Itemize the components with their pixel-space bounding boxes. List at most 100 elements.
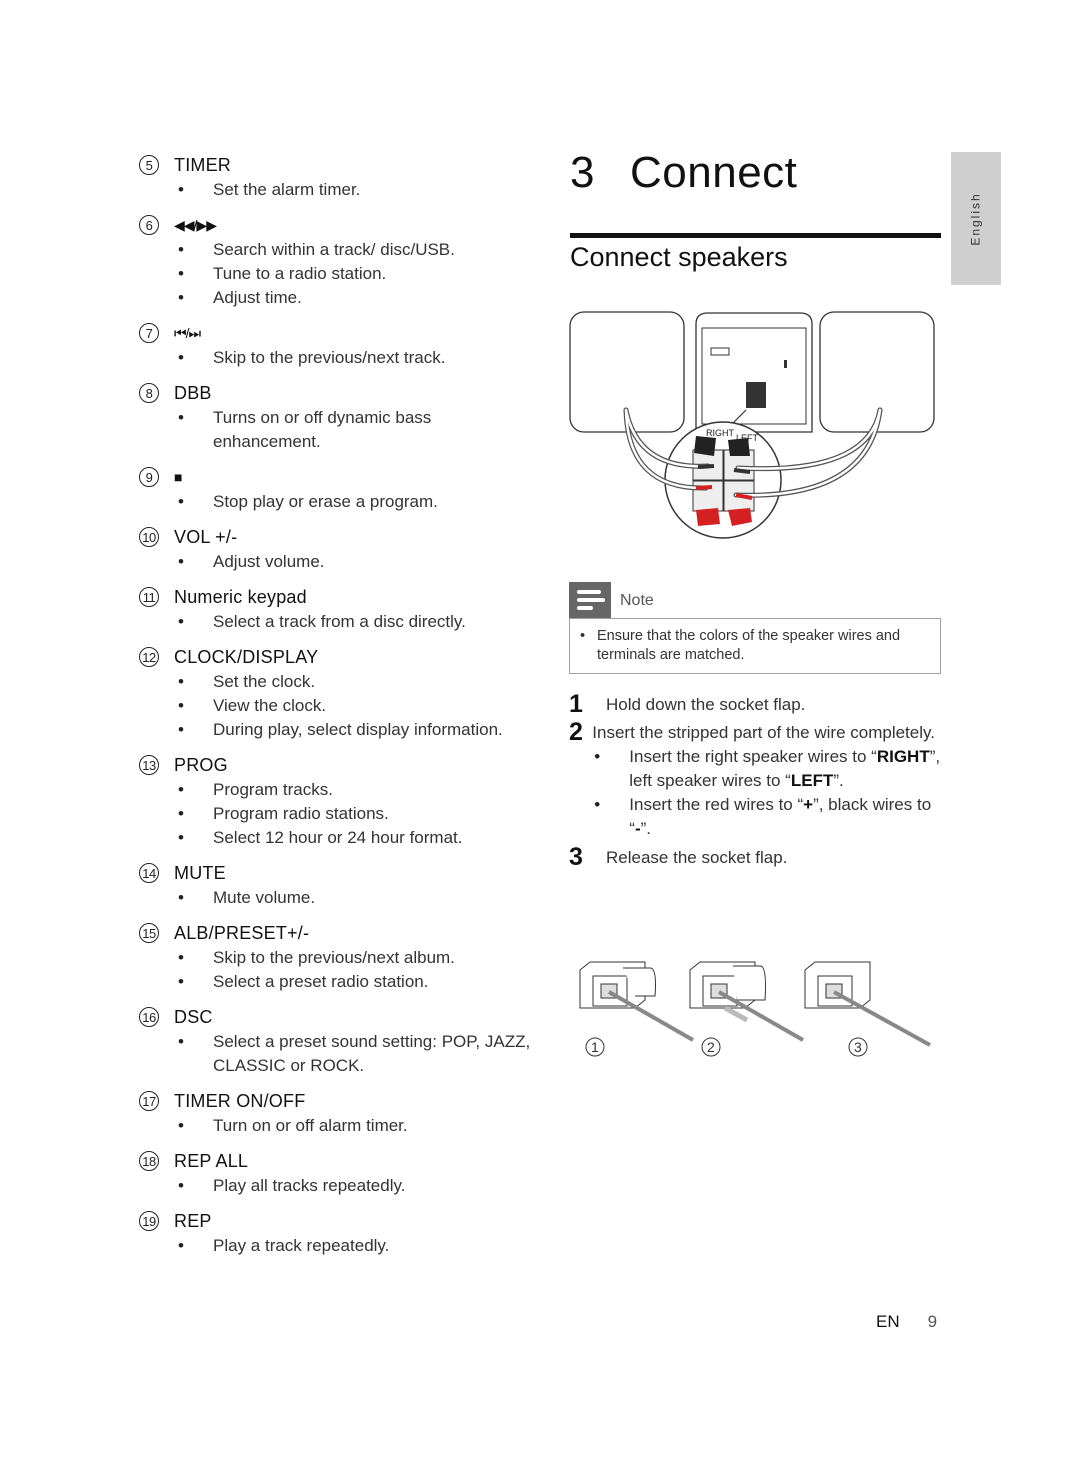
control-bullet: Play all tracks repeatedly. bbox=[175, 1174, 539, 1198]
footer-language: EN bbox=[876, 1312, 900, 1331]
circled-number-icon: 16 bbox=[139, 1007, 159, 1027]
black-wire-tip-right bbox=[697, 464, 715, 469]
chapter-title: Connect bbox=[630, 148, 798, 197]
red-wire-tip-right bbox=[695, 485, 713, 490]
control-title: REP bbox=[174, 1210, 212, 1231]
step-number: 1 bbox=[569, 690, 583, 718]
circled-number-icon: 17 bbox=[139, 1091, 159, 1111]
control-item: 16 DSC Select a preset sound setting: POP,… bbox=[139, 1004, 539, 1088]
circled-number-icon: 7 bbox=[139, 323, 159, 343]
control-item: 13 PROG Program tracks.Program radio stati… bbox=[139, 752, 539, 860]
control-bullet: Mute volume. bbox=[175, 886, 539, 910]
control-title: VOL +/- bbox=[174, 526, 238, 547]
control-item: 11 Numeric keypad Select a track from a di… bbox=[139, 584, 539, 644]
socket-flap-diagram: 1 2 3 bbox=[579, 961, 931, 1057]
chapter-number: 3 bbox=[570, 148, 595, 197]
flap-step-3: 3 bbox=[804, 961, 931, 1057]
chapter-heading: 3 Connect bbox=[570, 148, 797, 198]
control-bullet: Turn on or off alarm timer. bbox=[175, 1114, 539, 1138]
controls-list: 5 TIMER Set the alarm timer. 6 ◀◀/▶▶ Search w… bbox=[139, 152, 539, 1268]
page-number: 9 bbox=[927, 1312, 938, 1331]
step-number: 2 bbox=[569, 718, 583, 746]
control-bullet: Turns on or off dynamic bass enhancement… bbox=[175, 406, 539, 454]
circled-number-icon: 6 bbox=[139, 215, 159, 235]
diagram-label-right: RIGHT bbox=[706, 428, 735, 438]
step-text: Release the socket flap. bbox=[606, 848, 788, 867]
control-bullet: Select a preset sound setting: POP, JAZZ… bbox=[175, 1030, 539, 1078]
connection-steps: 1 Hold down the socket flap. 2 Insert th… bbox=[569, 690, 949, 871]
flap-label-1: 1 bbox=[591, 1039, 599, 1055]
step-text: Hold down the socket flap. bbox=[606, 695, 806, 714]
note-icon bbox=[569, 582, 611, 618]
control-bullet: View the clock. bbox=[175, 694, 539, 718]
circled-number-icon: 12 bbox=[139, 647, 159, 667]
control-bullet: Select 12 hour or 24 hour format. bbox=[175, 826, 539, 850]
control-bullet: Stop play or erase a program. bbox=[175, 490, 539, 514]
control-title: ◀◀/▶▶ bbox=[174, 216, 217, 233]
control-item: 19 REP Play a track repeatedly. bbox=[139, 1208, 539, 1268]
control-item: 12 CLOCK/DISPLAY Set the clock.View the cl… bbox=[139, 644, 539, 752]
circled-number-icon: 11 bbox=[139, 587, 159, 607]
control-title: MUTE bbox=[174, 862, 226, 883]
control-bullet: Tune to a radio station. bbox=[175, 262, 539, 286]
step-3: 3 Release the socket flap. bbox=[569, 843, 949, 871]
control-item: 17 TIMER ON/OFF Turn on or off alarm timer… bbox=[139, 1088, 539, 1148]
note-text: Ensure that the colors of the speaker wi… bbox=[580, 627, 930, 665]
circled-number-icon: 8 bbox=[139, 383, 159, 403]
control-item: 8 DBB Turns on or off dynamic bass enhance… bbox=[139, 380, 539, 464]
control-bullet: Skip to the previous/next track. bbox=[175, 346, 539, 370]
control-title: REP ALL bbox=[174, 1150, 249, 1171]
control-bullet: Play a track repeatedly. bbox=[175, 1234, 539, 1258]
circled-number-icon: 15 bbox=[139, 923, 159, 943]
control-item: 15 ALB/PRESET+/- Skip to the previous/next… bbox=[139, 920, 539, 1004]
step-2-bullet-1: Insert the right speaker wires to “RIGHT… bbox=[592, 745, 949, 793]
control-title: DBB bbox=[174, 382, 212, 403]
speaker-connection-diagram: RIGHT LEFT bbox=[569, 311, 935, 539]
control-bullet: Set the clock. bbox=[175, 670, 539, 694]
chapter-rule bbox=[570, 233, 941, 238]
control-item: 14 MUTE Mute volume. bbox=[139, 860, 539, 920]
circled-number-icon: 19 bbox=[139, 1211, 159, 1231]
circled-number-icon: 14 bbox=[139, 863, 159, 883]
control-item: 18 REP ALL Play all tracks repeatedly. bbox=[139, 1148, 539, 1208]
control-title: ⏮/⏭ bbox=[174, 324, 201, 341]
control-bullet: During play, select display information. bbox=[175, 718, 539, 742]
control-title: TIMER bbox=[174, 154, 231, 175]
page-footer: EN 9 bbox=[876, 1312, 937, 1332]
control-item: 7 ⏮/⏭ Skip to the previous/next track. bbox=[139, 320, 539, 380]
control-bullet: Adjust volume. bbox=[175, 550, 539, 574]
flap-label-3: 3 bbox=[854, 1039, 862, 1055]
section-title: Connect speakers bbox=[570, 242, 788, 272]
control-bullet: Adjust time. bbox=[175, 286, 539, 310]
language-tab: English bbox=[951, 152, 1001, 285]
step-1: 1 Hold down the socket flap. bbox=[569, 690, 949, 718]
control-item: 10 VOL +/- Adjust volume. bbox=[139, 524, 539, 584]
control-bullet: Set the alarm timer. bbox=[175, 178, 539, 202]
control-bullet: Search within a track/ disc/USB. bbox=[175, 238, 539, 262]
black-wire-tip-left bbox=[733, 468, 751, 474]
circled-number-icon: 10 bbox=[139, 527, 159, 547]
control-title: PROG bbox=[174, 754, 228, 775]
control-bullet: Select a track from a disc directly. bbox=[175, 610, 539, 634]
control-bullet: Select a preset radio station. bbox=[175, 970, 539, 994]
control-title: ALB/PRESET+/- bbox=[174, 922, 310, 943]
step-2: 2 Insert the stripped part of the wire c… bbox=[569, 718, 949, 841]
step-2-bullet-2: Insert the red wires to “+”, black wires… bbox=[592, 793, 949, 841]
note-box: Note Ensure that the colors of the speak… bbox=[569, 582, 941, 674]
note-label: Note bbox=[620, 592, 654, 609]
circled-number-icon: 5 bbox=[139, 155, 159, 175]
step-text: Insert the stripped part of the wire com… bbox=[592, 723, 935, 742]
control-title: Numeric keypad bbox=[174, 586, 307, 607]
control-item: 5 TIMER Set the alarm timer. bbox=[139, 152, 539, 212]
control-title: CLOCK/DISPLAY bbox=[174, 646, 319, 667]
control-bullet: Program tracks. bbox=[175, 778, 539, 802]
control-item: 9 ■ Stop play or erase a program. bbox=[139, 464, 539, 524]
circled-number-icon: 9 bbox=[139, 467, 159, 487]
control-title: ■ bbox=[174, 469, 183, 485]
flap-step-1: 1 bbox=[579, 961, 694, 1057]
control-title: TIMER ON/OFF bbox=[174, 1090, 306, 1111]
control-title: DSC bbox=[174, 1006, 213, 1027]
flap-step-2: 2 bbox=[689, 961, 804, 1057]
step-number: 3 bbox=[569, 843, 583, 871]
control-bullet: Program radio stations. bbox=[175, 802, 539, 826]
